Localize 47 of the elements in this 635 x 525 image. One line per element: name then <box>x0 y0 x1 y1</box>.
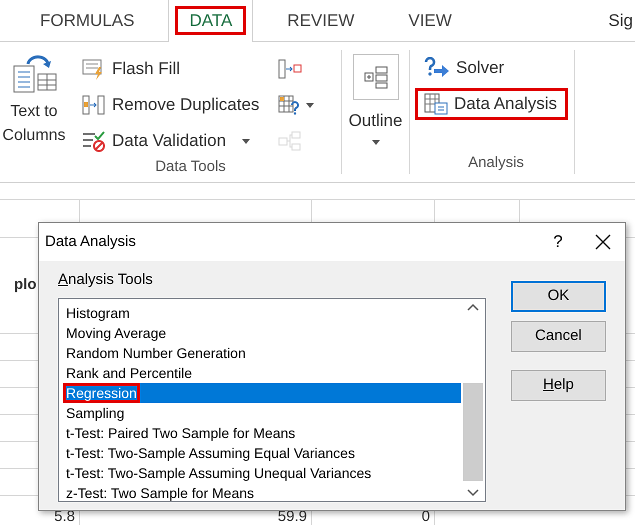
ribbon-command[interactable]: Solver <box>418 52 510 84</box>
ribbon-command[interactable]: Remove Duplicates <box>82 90 272 120</box>
outline-icon <box>362 65 388 89</box>
list-item[interactable]: t-Test: Two-Sample Assuming Equal Variances <box>63 442 461 462</box>
list-item[interactable]: Histogram <box>63 302 461 322</box>
dialog-button[interactable]: Help <box>510 370 606 401</box>
ribbon-command[interactable]: Flash Fill <box>82 54 272 84</box>
list-item[interactable]: t-Test: Paired Two Sample for Means <box>63 422 461 442</box>
scroll-thumb[interactable] <box>462 382 483 480</box>
remove-duplicates-icon <box>82 94 106 116</box>
list-item[interactable]: Sampling <box>63 402 461 422</box>
dropdown-caret-icon <box>306 102 314 108</box>
ribbon-tab[interactable]: DATA <box>168 0 254 42</box>
outline-button[interactable]: Outline <box>348 54 402 144</box>
ribbon-command[interactable]: Data Analysis <box>415 88 568 120</box>
scroll-down-icon[interactable] <box>466 488 479 496</box>
dialog-title: Data Analysis <box>45 232 137 252</box>
dropdown-caret-icon <box>242 138 250 144</box>
dropdown-caret-icon <box>372 140 380 144</box>
ribbon-tab[interactable]: REVIEW <box>267 0 374 42</box>
list-label: Analysis Tools <box>58 270 153 290</box>
data-validation-icon <box>82 130 106 152</box>
solver-icon <box>424 57 450 79</box>
ribbon-command[interactable]: Data Validation <box>82 126 272 156</box>
close-icon[interactable] <box>595 234 611 250</box>
relationships-icon <box>278 131 302 151</box>
help-button[interactable]: ? <box>543 229 573 255</box>
scroll-up-icon[interactable] <box>466 302 479 310</box>
dialog-button[interactable]: OK <box>510 281 606 312</box>
data-analysis-icon <box>424 93 448 115</box>
group-label: Data Tools <box>155 157 226 177</box>
what-if-icon <box>278 95 302 115</box>
column-header-cell-text: plo <box>14 275 36 296</box>
sign-in-link[interactable]: Sig <box>608 8 633 34</box>
text-to-columns-button[interactable]: Text to Columns <box>0 54 76 156</box>
ribbon-tab[interactable]: VIEW <box>388 0 472 42</box>
list-item[interactable]: Regression <box>63 382 461 402</box>
ribbon-tab[interactable]: FORMULAS <box>20 0 154 42</box>
list-item[interactable]: Moving Average <box>63 322 461 342</box>
list-item[interactable]: Random Number Generation <box>63 342 461 362</box>
dialog-button[interactable]: Cancel <box>510 321 606 352</box>
list-item[interactable]: z-Test: Two Sample for Means <box>63 482 461 502</box>
consolidate-icon <box>278 59 302 79</box>
list-item[interactable]: t-Test: Two-Sample Assuming Unequal Variances <box>63 462 461 482</box>
table-cell: 0 <box>422 509 430 525</box>
list-item[interactable]: Rank and Percentile <box>63 362 461 382</box>
group-label: Analysis <box>468 152 524 172</box>
